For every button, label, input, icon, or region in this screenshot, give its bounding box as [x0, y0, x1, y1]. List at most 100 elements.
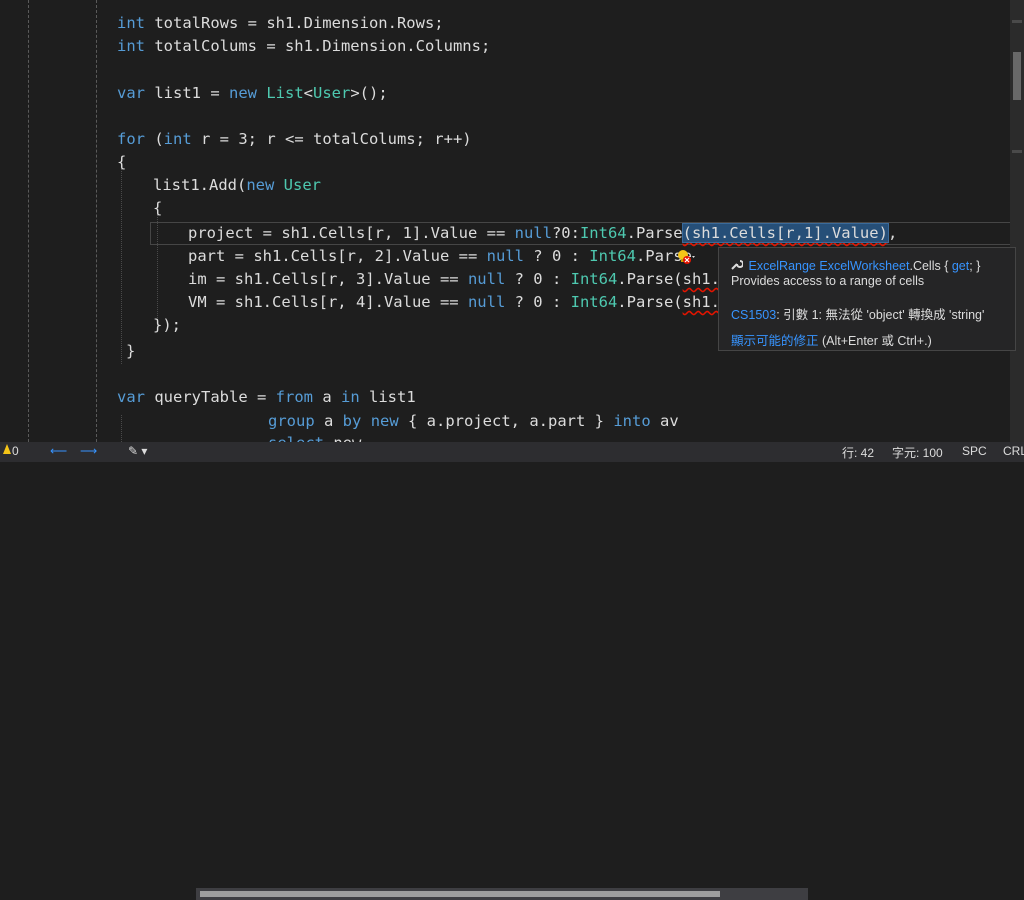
code-line-5[interactable]: { — [117, 151, 126, 174]
code-text: ? 0 : — [523, 247, 590, 265]
issues-count[interactable]: 0 — [12, 444, 19, 458]
code-line-2[interactable]: int totalColums = sh1.Dimension.Columns; — [117, 35, 490, 58]
code-text: VM = sh1.Cells[r, 4].Value == — [188, 293, 468, 311]
line-number[interactable]: 行: 42 — [842, 444, 874, 461]
code-editor[interactable]: int totalRows = sh1.Dimension.Rows; int … — [0, 0, 1024, 442]
error-code-link[interactable]: CS1503 — [731, 308, 776, 322]
keyword: int — [163, 130, 192, 148]
keyword: new — [370, 412, 399, 430]
scrollbar-thumb[interactable] — [1013, 52, 1021, 100]
keyword: into — [613, 412, 651, 430]
keyword: by — [342, 412, 362, 430]
code-text: ( — [145, 130, 164, 148]
code-line-12[interactable]: }); — [153, 314, 181, 337]
code-text: ? 0 : — [505, 293, 571, 311]
code-line-13[interactable]: } — [126, 340, 135, 363]
lightbulb-icon[interactable] — [676, 248, 695, 266]
code-line-7[interactable]: { — [153, 197, 162, 220]
tooltip-description: Provides access to a range of cells — [731, 274, 925, 288]
code-text: new — [324, 434, 361, 442]
code-line-9[interactable]: part = sh1.Cells[r, 2].Value == null ? 0… — [188, 245, 692, 268]
forward-arrow-icon[interactable]: ⟶ — [80, 444, 97, 458]
code-text: , — [887, 224, 898, 242]
code-line-3[interactable]: var list1 = new List<User>(); — [117, 82, 388, 105]
keyword: int — [117, 37, 145, 55]
type-name: List — [257, 84, 304, 102]
type-name: User — [313, 84, 351, 102]
code-text: project = sh1.Cells[r, 1].Value == — [188, 224, 515, 242]
code-text: queryTable = — [145, 388, 276, 406]
keyword: group — [268, 412, 315, 430]
column-number[interactable]: 字元: 100 — [892, 444, 943, 461]
code-text: ?0: — [551, 224, 580, 242]
indent-guide — [121, 158, 122, 364]
code-text: .Parse( — [617, 270, 683, 288]
keyword: null — [467, 293, 506, 311]
bottom-strip — [0, 462, 1024, 478]
code-text: { — [153, 199, 163, 217]
type-name: Int64 — [579, 224, 627, 242]
keyword: int — [117, 14, 145, 32]
code-text: im = sh1.Cells[r, 3].Value == — [188, 270, 468, 288]
line-ending[interactable]: CRL — [1003, 444, 1024, 458]
keyword: in — [340, 388, 360, 406]
keyword: select — [268, 434, 324, 442]
margin-dashed-line — [28, 0, 29, 442]
code-text: list1 — [359, 388, 416, 406]
code-text: a — [314, 412, 343, 430]
warning-icon[interactable] — [2, 443, 12, 458]
type-name: Int64 — [570, 270, 618, 288]
type-name: Int64 — [570, 293, 618, 311]
code-text: totalColums = sh1.Dimension.Columns; — [145, 37, 491, 55]
keyword: var — [117, 84, 145, 102]
keyword: new — [246, 176, 275, 194]
scrollbar-thumb[interactable] — [200, 891, 720, 897]
indent-mode[interactable]: SPC — [962, 444, 987, 458]
type-link[interactable]: ExcelWorksheet — [819, 259, 909, 273]
keyword: null — [486, 247, 524, 265]
code-text: list1.Add( — [153, 176, 247, 194]
member-text: ; } — [969, 259, 981, 273]
code-text: >(); — [350, 84, 388, 102]
code-text: }); — [153, 316, 181, 334]
code-text: part = sh1.Cells[r, 2].Value == — [188, 247, 487, 265]
code-line-10[interactable]: im = sh1.Cells[r, 3].Value == null ? 0 :… — [188, 268, 739, 291]
code-text: { — [117, 153, 127, 171]
code-text: ? 0 : — [505, 270, 571, 288]
brush-icon[interactable]: ✎ ▾ — [128, 444, 147, 458]
member-text: .Cells { — [909, 259, 952, 273]
get-keyword: get — [951, 259, 970, 273]
keyword: null — [514, 224, 552, 242]
code-line-8[interactable]: project = sh1.Cells[r, 1].Value == null?… — [188, 222, 897, 245]
type-name: Int64 — [589, 247, 636, 265]
scroll-marker — [1012, 150, 1022, 153]
error-squiggle-argument[interactable]: (sh1.Cells[r,1].Value) — [681, 223, 889, 243]
code-line-15[interactable]: group a by new { a.project, a.part } int… — [268, 410, 679, 433]
horizontal-scrollbar[interactable] — [196, 888, 808, 900]
code-text: } — [126, 342, 136, 360]
code-text: .Parse( — [617, 293, 683, 311]
code-text: { a.project, a.part } — [398, 412, 614, 430]
tooltip-fix: 顯示可能的修正 (Alt+Enter 或 Ctrl+.) — [731, 330, 932, 349]
code-line-14[interactable]: var queryTable = from a in list1 — [117, 386, 416, 409]
code-text: av — [650, 412, 679, 430]
code-text: a — [312, 388, 341, 406]
fix-shortcut: (Alt+Enter 或 Ctrl+.) — [818, 334, 932, 348]
code-line-4[interactable]: for (int r = 3; r <= totalColums; r++) — [117, 128, 472, 151]
show-fixes-link[interactable]: 顯示可能的修正 — [731, 334, 819, 348]
code-text: r = 3; r <= totalColums; r++) — [191, 130, 472, 148]
code-line-1[interactable]: int totalRows = sh1.Dimension.Rows; — [117, 12, 444, 35]
code-line-16[interactable]: select new — [268, 432, 361, 442]
vertical-scrollbar[interactable] — [1010, 0, 1024, 442]
indent-guide — [121, 415, 122, 442]
tooltip-error: CS1503: 引數 1: 無法從 'object' 轉換成 'string' — [731, 304, 984, 323]
back-arrow-icon[interactable]: ⟵ — [50, 444, 67, 458]
keyword: from — [275, 388, 313, 406]
keyword: for — [117, 130, 145, 148]
code-line-6[interactable]: list1.Add(new User — [153, 174, 321, 197]
code-line-11[interactable]: VM = sh1.Cells[r, 4].Value == null ? 0 :… — [188, 291, 739, 314]
type-link[interactable]: ExcelRange — [748, 259, 815, 273]
keyword: null — [467, 270, 506, 288]
code-text: list1 = — [145, 84, 229, 102]
